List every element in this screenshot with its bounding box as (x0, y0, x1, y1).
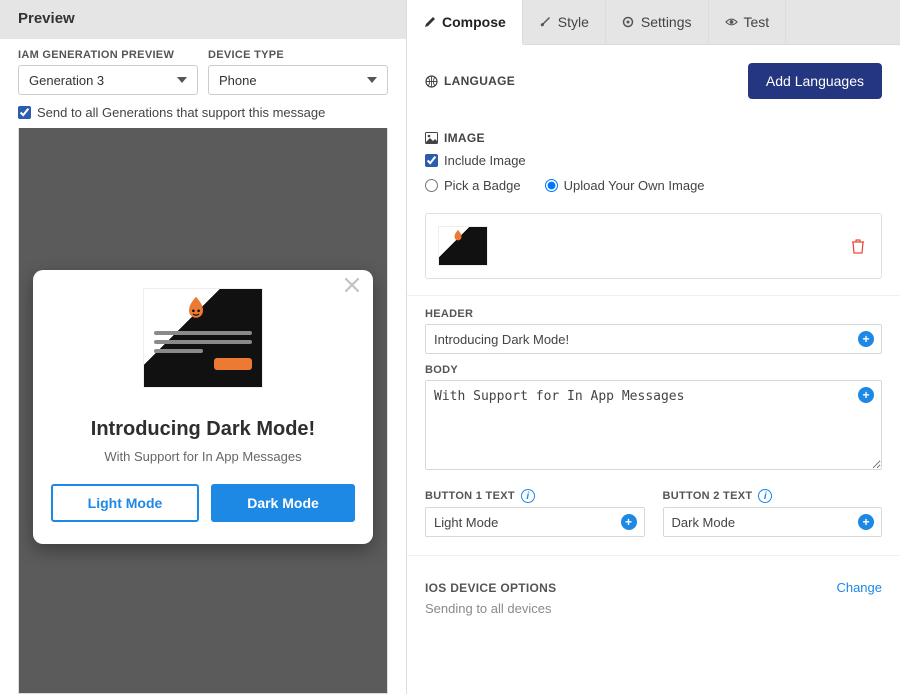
card-dark-button[interactable]: Dark Mode (211, 484, 355, 522)
flame-icon (182, 295, 210, 323)
include-image-checkbox[interactable]: Include Image (425, 153, 882, 168)
send-all-label: Send to all Generations that support thi… (37, 105, 325, 120)
message-card: Introducing Dark Mode! With Support for … (33, 270, 373, 544)
generation-select[interactable]: Generation 3 (18, 65, 198, 95)
ios-subtext: Sending to all devices (425, 601, 882, 616)
add-languages-button[interactable]: Add Languages (748, 63, 882, 99)
plus-icon[interactable]: + (858, 387, 874, 403)
tab-style[interactable]: Style (523, 0, 606, 44)
close-icon[interactable] (343, 276, 361, 294)
plus-icon[interactable]: + (858, 331, 874, 347)
header-field-label: HEADER (425, 308, 882, 320)
editor-panel: Compose Style Settings Test LANGUAGE (407, 0, 900, 694)
button2-input[interactable] (663, 507, 883, 537)
generation-value: Generation 3 (29, 73, 104, 88)
card-subtitle: With Support for In App Messages (51, 449, 355, 464)
phone-preview-canvas: Introducing Dark Mode! With Support for … (18, 128, 388, 694)
info-icon[interactable]: i (758, 489, 772, 503)
image-thumbnail[interactable] (438, 226, 488, 266)
send-all-input[interactable] (18, 106, 31, 119)
gen-label: IAM GENERATION PREVIEW (18, 49, 198, 61)
tab-compose[interactable]: Compose (407, 0, 523, 45)
device-select[interactable]: Phone (208, 65, 388, 95)
preview-panel: Preview IAM GENERATION PREVIEW Generatio… (0, 0, 407, 694)
info-icon[interactable]: i (521, 489, 535, 503)
send-all-checkbox[interactable]: Send to all Generations that support thi… (18, 105, 388, 120)
pencil-icon (423, 15, 436, 28)
eye-icon (725, 16, 738, 29)
card-light-button[interactable]: Light Mode (51, 484, 199, 522)
tab-settings[interactable]: Settings (606, 0, 709, 44)
tab-bar: Compose Style Settings Test (407, 0, 900, 45)
button1-input[interactable] (425, 507, 645, 537)
pick-badge-radio[interactable]: Pick a Badge (425, 178, 521, 193)
brush-icon (539, 16, 552, 29)
flame-icon (451, 229, 465, 243)
device-label: DEVICE TYPE (208, 49, 388, 61)
tab-test[interactable]: Test (709, 0, 787, 44)
header-input[interactable] (425, 324, 882, 354)
trash-icon[interactable] (851, 238, 869, 254)
hero-image (143, 288, 263, 388)
picture-icon (425, 132, 438, 144)
plus-icon[interactable]: + (621, 514, 637, 530)
ios-title: IOS DEVICE OPTIONS (425, 581, 556, 595)
device-value: Phone (219, 73, 257, 88)
button2-label: BUTTON 2 TEXT i (663, 489, 883, 503)
language-section-title: LANGUAGE (425, 74, 515, 88)
image-section-title: IMAGE (425, 131, 882, 145)
plus-icon[interactable]: + (858, 514, 874, 530)
gear-icon (622, 16, 635, 29)
globe-icon (425, 75, 438, 88)
preview-title: Preview (0, 0, 406, 39)
body-textarea[interactable] (425, 380, 882, 470)
image-preview-box (425, 213, 882, 279)
body-field-label: BODY (425, 364, 882, 376)
card-title: Introducing Dark Mode! (51, 418, 355, 441)
change-link[interactable]: Change (836, 580, 882, 595)
upload-image-radio[interactable]: Upload Your Own Image (545, 178, 705, 193)
button1-label: BUTTON 1 TEXT i (425, 489, 645, 503)
